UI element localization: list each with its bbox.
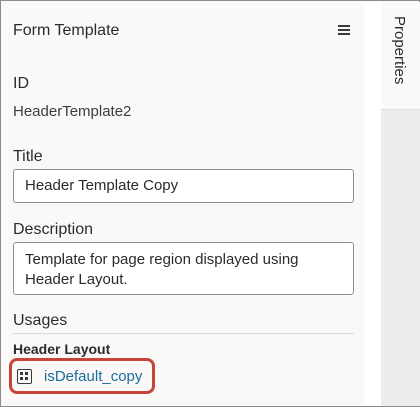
form-layout-icon	[17, 369, 32, 384]
description-label: Description	[13, 221, 94, 238]
panel-scroll-gutter	[364, 2, 381, 406]
tab-properties[interactable]: Properties	[381, 2, 420, 110]
title-label: Title	[13, 148, 43, 165]
usage-link-isdefault-copy[interactable]: isDefault_copy	[9, 358, 155, 394]
side-tab-rail: Properties	[381, 2, 420, 406]
id-label: ID	[13, 75, 29, 92]
id-value: HeaderTemplate2	[13, 103, 132, 120]
description-textarea[interactable]: Template for page region displayed using…	[13, 242, 354, 295]
properties-window: Form Template ID HeaderTemplate2 Title H…	[0, 0, 420, 407]
hamburger-menu-icon[interactable]	[336, 22, 352, 38]
panel-header: Form Template	[2, 2, 364, 60]
header-layout-heading: Header Layout	[13, 341, 111, 357]
usages-label: Usages	[13, 312, 68, 329]
panel-title: Form Template	[13, 22, 120, 39]
form-template-panel: Form Template ID HeaderTemplate2 Title H…	[2, 2, 364, 406]
title-input[interactable]: Header Template Copy	[13, 169, 354, 203]
usages-divider	[13, 333, 354, 334]
usage-link-label[interactable]: isDefault_copy	[44, 368, 142, 385]
tab-properties-label: Properties	[391, 16, 408, 85]
